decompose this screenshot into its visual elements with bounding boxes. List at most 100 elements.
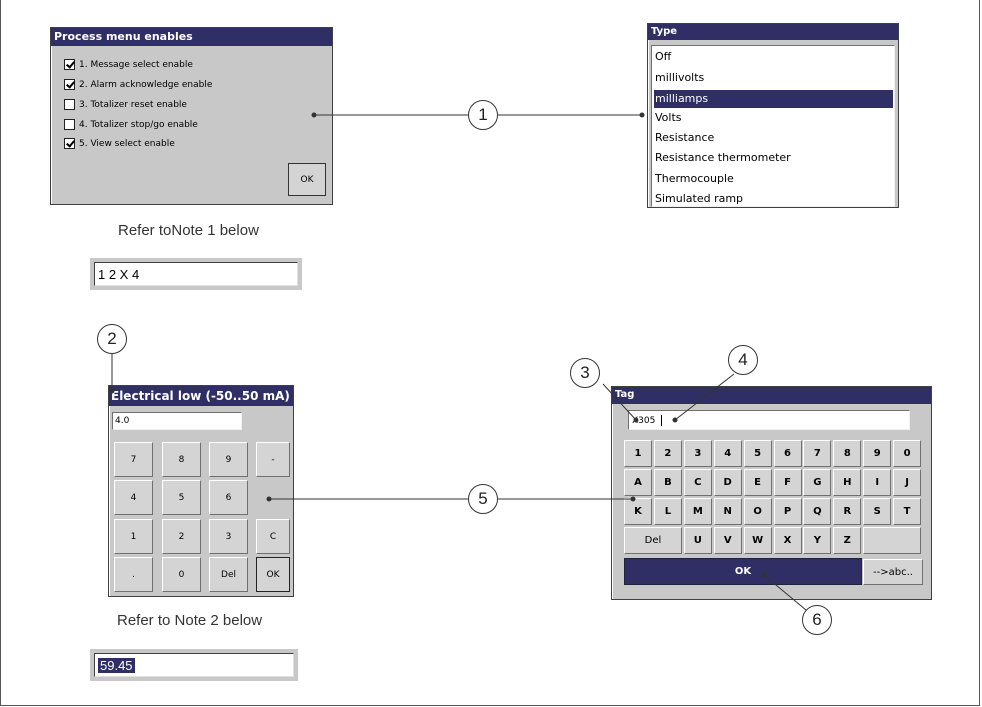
key-a[interactable]: A — [624, 469, 652, 496]
process-menu-ok-button[interactable]: OK — [288, 163, 326, 196]
note2-field: 59.45 — [90, 649, 298, 681]
key-1[interactable]: 1 — [114, 519, 153, 554]
key-delete[interactable]: Del — [209, 557, 248, 592]
key-p[interactable]: P — [773, 498, 802, 525]
switch-lowercase-button[interactable]: -->abc.. — [863, 559, 923, 585]
callout-1: 1 — [468, 100, 498, 130]
key-8[interactable]: 8 — [162, 442, 201, 477]
key-5[interactable]: 5 — [162, 480, 201, 515]
process-menu-dialog: Process menu enables 1. Message select e… — [50, 27, 333, 205]
key-g[interactable]: G — [803, 469, 832, 496]
text-cursor — [661, 415, 663, 426]
process-menu-item-label: 5. View select enable — [79, 138, 175, 149]
note1-field: 1 2 X 4 — [90, 258, 302, 290]
key-7[interactable]: 7 — [114, 442, 153, 477]
key-3[interactable]: 3 — [209, 519, 248, 554]
key-0[interactable]: 0 — [162, 557, 201, 592]
key-clear[interactable]: C — [256, 519, 290, 554]
key-3[interactable]: 3 — [683, 440, 712, 467]
key-k[interactable]: K — [624, 498, 652, 525]
tag-value-input[interactable]: X305 — [628, 410, 910, 430]
numeric-value-input[interactable]: 4.0 — [112, 412, 242, 430]
key-2[interactable]: 2 — [653, 440, 682, 467]
callout-4: 4 — [728, 345, 758, 375]
key-z[interactable]: Z — [833, 527, 862, 554]
key-blank[interactable] — [863, 527, 922, 554]
key-n[interactable]: N — [713, 498, 742, 525]
process-menu-title: Process menu enables — [51, 28, 332, 46]
type-list-dialog: Type Off millivolts milliamps Volts Resi… — [647, 23, 899, 208]
note1-field-value: 1 2 X 4 — [94, 262, 298, 286]
key-j[interactable]: J — [893, 469, 922, 496]
numeric-ok-button[interactable]: OK — [256, 557, 290, 592]
numeric-keypad-dialog: Electrical low (-50..50 mA) 4.0 7 8 9 - … — [108, 385, 294, 597]
key-r[interactable]: R — [833, 498, 862, 525]
type-list-title: Type — [648, 24, 898, 40]
note2-caption: Refer to Note 2 below — [117, 612, 263, 629]
key-c[interactable]: C — [683, 469, 712, 496]
key-u[interactable]: U — [683, 527, 712, 554]
key-6[interactable]: 6 — [209, 480, 248, 515]
type-option[interactable]: Resistance — [655, 131, 714, 144]
key-9[interactable]: 9 — [209, 442, 248, 477]
key-4[interactable]: 4 — [713, 440, 742, 467]
key-h[interactable]: H — [833, 469, 862, 496]
key-decimal[interactable]: . — [114, 557, 153, 592]
key-2[interactable]: 2 — [162, 519, 201, 554]
callout-6: 6 — [802, 605, 832, 635]
process-menu-item-2[interactable]: 2. Alarm acknowledge enable — [64, 79, 212, 90]
key-0[interactable]: 0 — [893, 440, 922, 467]
key-f[interactable]: F — [773, 469, 802, 496]
key-l[interactable]: L — [653, 498, 682, 525]
process-menu-item-label: 2. Alarm acknowledge enable — [79, 79, 213, 90]
key-t[interactable]: T — [893, 498, 922, 525]
note2-field-value: 59.45 — [94, 653, 294, 677]
key-s[interactable]: S — [863, 498, 892, 525]
key-8[interactable]: 8 — [833, 440, 862, 467]
key-9[interactable]: 9 — [863, 440, 892, 467]
key-5[interactable]: 5 — [743, 440, 772, 467]
type-option-selected[interactable]: milliamps — [654, 90, 893, 108]
checkbox-unchecked-icon[interactable] — [64, 99, 75, 110]
callout-3: 3 — [570, 358, 600, 388]
key-i[interactable]: I — [863, 469, 892, 496]
key-minus[interactable]: - — [256, 442, 290, 477]
key-w[interactable]: W — [743, 527, 772, 554]
key-x[interactable]: X — [773, 527, 802, 554]
type-option[interactable]: Thermocouple — [655, 172, 734, 185]
process-menu-item-1[interactable]: 1. Message select enable — [64, 59, 193, 70]
checkbox-unchecked-icon[interactable] — [64, 119, 75, 130]
type-option[interactable]: Volts — [655, 111, 682, 124]
process-menu-item-5[interactable]: 5. View select enable — [64, 138, 175, 149]
key-q[interactable]: Q — [803, 498, 832, 525]
type-option[interactable]: Simulated ramp — [655, 192, 743, 205]
key-y[interactable]: Y — [803, 527, 832, 554]
type-option[interactable]: Off — [655, 50, 671, 63]
key-delete[interactable]: Del — [624, 527, 682, 554]
process-menu-item-4[interactable]: 4. Totalizer stop/go enable — [64, 119, 198, 130]
key-7[interactable]: 7 — [803, 440, 832, 467]
callout-5: 5 — [468, 484, 498, 514]
key-m[interactable]: M — [683, 498, 712, 525]
key-v[interactable]: V — [713, 527, 742, 554]
callout-2: 2 — [97, 324, 127, 354]
process-menu-item-label: 3. Totalizer reset enable — [79, 99, 187, 110]
key-4[interactable]: 4 — [114, 480, 153, 515]
checkbox-checked-icon[interactable] — [64, 59, 75, 70]
tag-ok-button[interactable]: OK — [624, 558, 862, 585]
tag-value-text: X305 — [632, 416, 656, 426]
process-menu-item-label: 1. Message select enable — [79, 59, 193, 70]
key-b[interactable]: B — [653, 469, 682, 496]
key-6[interactable]: 6 — [773, 440, 802, 467]
key-1[interactable]: 1 — [624, 440, 652, 467]
key-o[interactable]: O — [743, 498, 772, 525]
checkbox-checked-icon[interactable] — [64, 79, 75, 90]
type-option[interactable]: Resistance thermometer — [655, 151, 791, 164]
checkbox-checked-icon[interactable] — [64, 138, 75, 149]
type-option[interactable]: millivolts — [655, 71, 704, 84]
note2-selected-text: 59.45 — [98, 657, 135, 673]
type-list-box: Off millivolts milliamps Volts Resistanc… — [651, 45, 895, 207]
key-d[interactable]: D — [713, 469, 742, 496]
key-e[interactable]: E — [743, 469, 772, 496]
process-menu-item-3[interactable]: 3. Totalizer reset enable — [64, 99, 187, 110]
